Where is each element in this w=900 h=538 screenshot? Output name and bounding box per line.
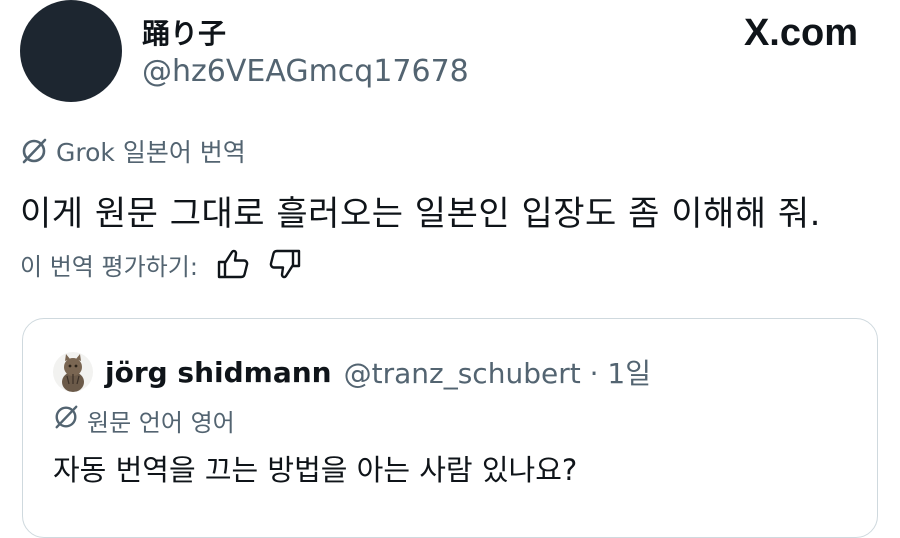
grok-translation-label: Grok 일본어 번역 <box>20 134 246 168</box>
rate-translation-prompt: 이 번역 평가하기: <box>20 252 198 281</box>
author-display-name[interactable]: 踊り子 <box>142 12 226 52</box>
quoted-tweet-text: 자동 번역을 끄는 방법을 아는 사람 있나요? <box>53 453 578 487</box>
translated-tweet-text: 이게 원문 그대로 흘러오는 일본인 입장도 좀 이해해 줘. <box>20 194 821 234</box>
quoted-language-label: 원문 언어 영어 <box>53 403 235 437</box>
cat-avatar-icon[interactable] <box>53 352 93 392</box>
quoted-tweet-card[interactable]: jörg shidmann @tranz_schubert · 1일 원문 언어… <box>22 318 878 538</box>
grok-slash-icon <box>53 404 79 436</box>
rate-translation-row: 이 번역 평가하기: <box>20 246 302 282</box>
thumbs-up-icon[interactable] <box>216 248 250 280</box>
grok-translation-text: Grok 일본어 번역 <box>56 138 246 167</box>
site-logo: X.com <box>743 12 858 54</box>
grok-slash-icon <box>20 137 48 165</box>
quoted-author-meta[interactable]: @tranz_schubert · 1일 <box>344 352 651 392</box>
quoted-tweet-header: jörg shidmann @tranz_schubert · 1일 <box>53 349 651 395</box>
author-avatar[interactable] <box>20 0 122 102</box>
quoted-author-name[interactable]: jörg shidmann <box>105 356 332 389</box>
quoted-language-text: 원문 언어 영어 <box>87 408 235 437</box>
author-handle[interactable]: @hz6VEAGmcq17678 <box>142 54 469 89</box>
thumbs-down-icon[interactable] <box>268 248 302 280</box>
